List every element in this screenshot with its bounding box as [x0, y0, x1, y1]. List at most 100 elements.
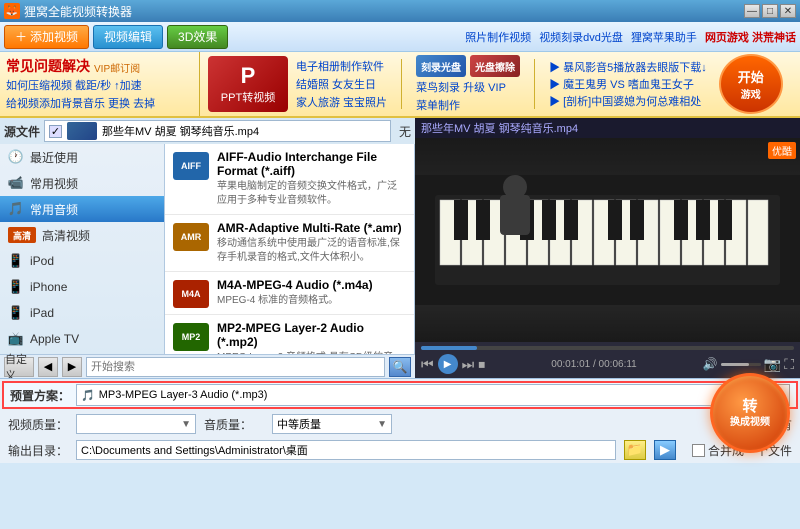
- bottom-section: 预置方案： 🎵 MP3-MPEG Layer-3 Audio (*.mp3) ▼…: [0, 378, 800, 463]
- ipod-icon: 📱: [8, 253, 24, 269]
- player-buttons: ⏮ ▶ ⏭ ⏹: [421, 354, 485, 374]
- sidebar-item-common-video[interactable]: 📹 常用视频: [0, 170, 164, 196]
- nav-dvd[interactable]: 视频刻录dvd光盘: [539, 29, 623, 45]
- video-frame: 优酷: [415, 138, 800, 342]
- faq-link-1[interactable]: 给视频添加背景音乐 更换 去掉: [6, 96, 193, 114]
- right-panel: 那些年MV 胡夏 钢琴纯音乐.mp4: [415, 118, 800, 378]
- search-button[interactable]: 🔍: [389, 357, 411, 377]
- sidebar-label-common-audio: 常用音频: [30, 201, 78, 218]
- sidebar-item-ipad[interactable]: 📱 iPad: [0, 300, 164, 326]
- video-thumbnail-mini: [67, 122, 97, 140]
- video-quality-select[interactable]: ▼: [76, 414, 196, 434]
- menu-link-0[interactable]: 菜鸟刻录 升级 VIP: [416, 79, 506, 95]
- effect3d-button[interactable]: 3D效果: [167, 25, 228, 49]
- source-label: 源文件: [4, 123, 40, 140]
- format-list: AIFF AIFF-Audio Interchange File Format …: [165, 144, 415, 354]
- erase-disc-button[interactable]: 光盘擦除: [470, 55, 520, 77]
- format-sidebar: 🕐 最近使用 📹 常用视频 🎵 常用音频 高清 高清视频 📱 iPo: [0, 144, 165, 354]
- title-bar: 🦊 狸窝全能视频转换器 — □ ✕: [0, 0, 800, 22]
- progress-bar[interactable]: [421, 346, 794, 350]
- play-button[interactable]: ▶: [438, 354, 458, 374]
- fullscreen-button[interactable]: ⛶: [784, 356, 794, 373]
- sidebar-label-iphone: iPhone: [30, 280, 67, 294]
- mp2-badge: MP2: [173, 323, 209, 351]
- custom-label[interactable]: 自定义: [4, 357, 34, 377]
- hd-badge: 高清: [8, 227, 36, 243]
- player-bottom: ⏮ ▶ ⏭ ⏹ 00:01:01 / 00:06:11 🔊 📷 ⛶: [421, 354, 794, 374]
- sidebar-item-ipod[interactable]: 📱 iPod: [0, 248, 164, 274]
- screenshot-button[interactable]: 📷: [764, 356, 781, 373]
- side-ad-2[interactable]: ▶ [剖析]中国婆媳为何总难相处: [549, 93, 707, 109]
- sidebar-label-common-video: 常用视频: [30, 175, 78, 192]
- source-none-label: 无: [399, 123, 411, 140]
- close-button[interactable]: ✕: [780, 4, 796, 18]
- sidebar-item-recent[interactable]: 🕐 最近使用: [0, 144, 164, 170]
- sidebar-item-common-audio[interactable]: 🎵 常用音频: [0, 196, 164, 222]
- nav-game[interactable]: 网页游戏 洪荒神话: [705, 29, 796, 45]
- output-row: 输出目录： C:\Documents and Settings\Administ…: [0, 437, 800, 463]
- m4a-name: M4A-MPEG-4 Audio (*.m4a): [217, 278, 373, 292]
- source-file-display: ✓ 那些年MV 胡夏 钢琴纯音乐.mp4: [44, 120, 391, 142]
- burn-disc-button[interactable]: 刻录光盘: [416, 55, 466, 77]
- preview-filename: 那些年MV 胡夏 钢琴纯音乐.mp4: [421, 120, 578, 136]
- side-ad-0[interactable]: ▶ 暴风影音5播放器去眼版下载↓: [549, 59, 707, 75]
- video-quality-arrow: ▼: [181, 419, 191, 430]
- start-game-button[interactable]: 开始 游戏: [719, 54, 783, 114]
- sidebar-item-hd[interactable]: 高清 高清视频: [0, 222, 164, 248]
- prev-button[interactable]: ⏮: [421, 356, 434, 373]
- nav-photo-video[interactable]: 照片制作视频: [465, 29, 531, 45]
- merge-checkbox[interactable]: [692, 444, 705, 457]
- add-video-button[interactable]: ＋ 添加视频: [4, 25, 89, 49]
- faq-link-0[interactable]: 如何压缩视频 截距/秒 ↑加速: [6, 78, 193, 96]
- format-item-amr[interactable]: AMR AMR-Adaptive Multi-Rate (*.amr) 移动通信…: [165, 215, 414, 272]
- files-section: 源文件 ✓ 那些年MV 胡夏 钢琴纯音乐.mp4 无: [0, 118, 415, 144]
- convert-btn-text: 转 换成视频: [730, 397, 770, 430]
- format-item-mp2[interactable]: MP2 MP2-MPEG Layer-2 Audio (*.mp2) MPEG …: [165, 315, 414, 354]
- minimize-button[interactable]: —: [744, 4, 760, 18]
- audio-quality-select[interactable]: 中等质量 ▼: [272, 414, 392, 434]
- mp2-info: MP2-MPEG Layer-2 Audio (*.mp2) MPEG Laye…: [217, 321, 406, 354]
- faq-center: P PPT转视频 电子相册制作软件 结婚照 女友生日 家人旅游 宝宝照片 刻录光…: [200, 52, 800, 116]
- convert-button[interactable]: 转 换成视频: [710, 373, 790, 453]
- faq-vip[interactable]: VIP邮订阅: [94, 60, 140, 75]
- faq-left: 常见问题解决 VIP邮订阅 如何压缩视频 截距/秒 ↑加速 给视频添加背景音乐 …: [0, 52, 200, 116]
- browse-folder-button[interactable]: 📁: [624, 440, 646, 460]
- next-button[interactable]: ⏭: [462, 356, 475, 373]
- maximize-button[interactable]: □: [762, 4, 778, 18]
- menu-link-1[interactable]: 菜单制作: [416, 97, 520, 113]
- arrow-left-button[interactable]: ◀: [38, 357, 58, 377]
- faq-right-0[interactable]: 电子相册制作软件: [296, 58, 387, 74]
- m4a-info: M4A-MPEG-4 Audio (*.m4a) MPEG-4 标准的音频格式。: [217, 278, 373, 308]
- progress-fill: [421, 346, 477, 350]
- sidebar-item-appletv[interactable]: 📺 Apple TV: [0, 326, 164, 352]
- nav-apple[interactable]: 狸窝苹果助手: [631, 29, 697, 45]
- app-title: 狸窝全能视频转换器: [24, 3, 132, 20]
- convert-icon: 转: [730, 397, 770, 417]
- sidebar-label-ipod: iPod: [30, 254, 54, 268]
- ppt-button[interactable]: P PPT转视频: [208, 56, 288, 112]
- title-bar-left: 🦊 狸窝全能视频转换器: [4, 3, 132, 20]
- video-container: 优酷: [415, 138, 800, 342]
- faq-right-2[interactable]: 家人旅游 宝宝照片: [296, 94, 387, 110]
- quality-row: 视频质量： ▼ 音质量： 中等质量 ▼ ✓ 应用到所有 转 换成视频: [0, 411, 800, 437]
- arrow-right-button[interactable]: ▶: [62, 357, 82, 377]
- side-ad-1[interactable]: ▶ 魔王鬼男 VS 嗜血鬼王女子: [549, 76, 707, 92]
- stop-button[interactable]: ⏹: [478, 356, 485, 373]
- toolbar: ＋ 添加视频 视频编辑 3D效果 照片制作视频 视频刻录dvd光盘 狸窝苹果助手…: [0, 22, 800, 52]
- audio-quality-label: 音质量：: [204, 416, 264, 433]
- preset-select[interactable]: 🎵 MP3-MPEG Layer-3 Audio (*.mp3) ▼: [76, 384, 762, 406]
- file-checkbox-main[interactable]: ✓: [49, 125, 62, 138]
- faq-title: 常见问题解决: [6, 56, 90, 76]
- faq-right-1[interactable]: 结婚照 女友生日: [296, 76, 387, 92]
- sidebar-item-iphone[interactable]: 📱 iPhone: [0, 274, 164, 300]
- video-edit-button[interactable]: 视频编辑: [93, 25, 163, 49]
- amr-name: AMR-Adaptive Multi-Rate (*.amr): [217, 221, 406, 235]
- volume-bar[interactable]: [721, 363, 761, 366]
- sidebar-label-appletv: Apple TV: [30, 332, 79, 346]
- format-search-input[interactable]: [86, 357, 385, 377]
- open-folder-button[interactable]: ▶: [654, 440, 676, 460]
- faq-right-links: 电子相册制作软件 结婚照 女友生日 家人旅游 宝宝照片: [296, 58, 387, 110]
- format-item-m4a[interactable]: M4A M4A-MPEG-4 Audio (*.m4a) MPEG-4 标准的音…: [165, 272, 414, 315]
- format-item-aiff[interactable]: AIFF AIFF-Audio Interchange File Format …: [165, 144, 414, 215]
- m4a-badge: M4A: [173, 280, 209, 308]
